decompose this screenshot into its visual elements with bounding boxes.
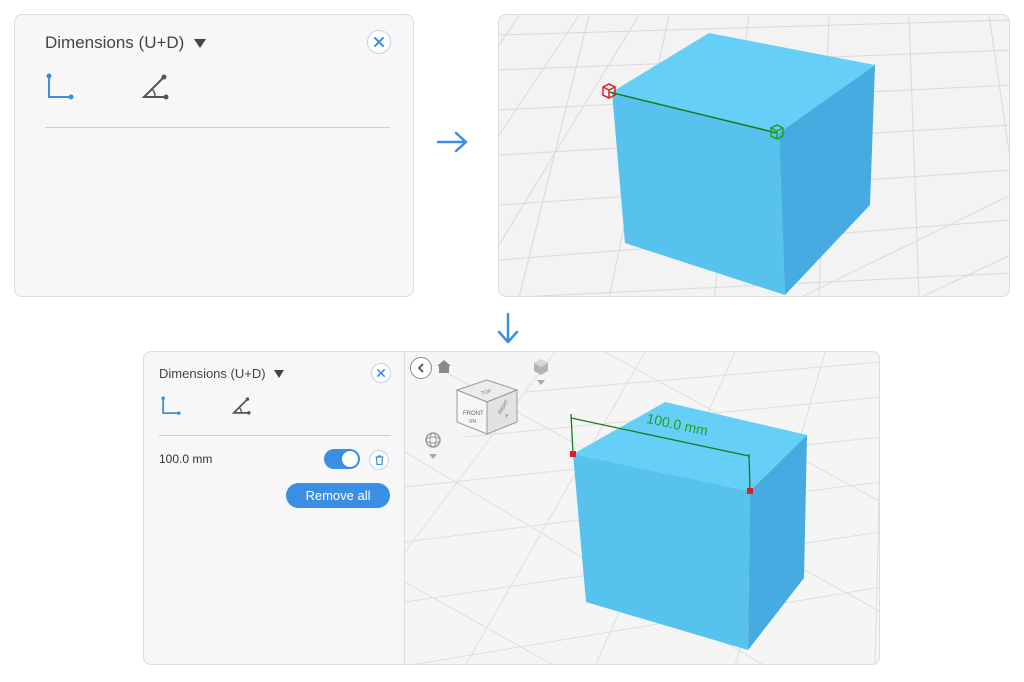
view-cube-front: FRONT (463, 411, 484, 417)
panel-divider (45, 127, 390, 128)
angle-dimension-icon[interactable] (140, 73, 172, 101)
panel-divider (159, 435, 391, 436)
linear-dimension-icon[interactable] (45, 73, 75, 101)
start-point-marker (570, 451, 576, 457)
view-cube-front-sub: XN (469, 419, 476, 425)
caret-down-icon[interactable] (194, 38, 207, 48)
arrow-down-icon (496, 312, 520, 346)
close-icon[interactable] (371, 363, 391, 383)
caret-down-icon[interactable] (273, 369, 284, 378)
viewport-picking[interactable] (498, 14, 1010, 297)
dimensions-panel-result: Dimensions (U+D) 100.0 mm Remove all (143, 351, 405, 665)
trash-icon[interactable] (369, 450, 389, 470)
end-point-marker (747, 488, 753, 494)
home-icon[interactable] (436, 359, 452, 374)
panel-title: Dimensions (U+D) (159, 366, 266, 381)
toggle-knob (342, 451, 358, 467)
panel-title: Dimensions (U+D) (45, 33, 185, 52)
angle-dimension-icon[interactable] (231, 396, 253, 416)
view-cube[interactable]: TOP FRONT XN RIGHT Y (455, 379, 519, 435)
panel-title-row[interactable]: Dimensions (U+D) (45, 33, 207, 53)
orbit-icon[interactable] (424, 431, 442, 461)
viewport-result[interactable]: 100.0 mm TOP FRONT XN RIGHT Y (404, 351, 880, 665)
close-icon[interactable] (367, 30, 391, 54)
linear-dimension-icon[interactable] (160, 396, 182, 416)
dimensions-panel-initial: Dimensions (U+D) (14, 14, 414, 297)
back-icon[interactable] (410, 357, 432, 379)
visibility-toggle[interactable] (324, 449, 360, 469)
start-point-marker (602, 83, 616, 99)
remove-all-button[interactable]: Remove all (286, 483, 390, 508)
perspective-icon[interactable] (533, 358, 549, 386)
measurement-value: 100.0 mm (159, 452, 213, 466)
panel-title-row-result[interactable]: Dimensions (U+D) (159, 366, 284, 381)
arrow-right-icon (436, 130, 470, 154)
